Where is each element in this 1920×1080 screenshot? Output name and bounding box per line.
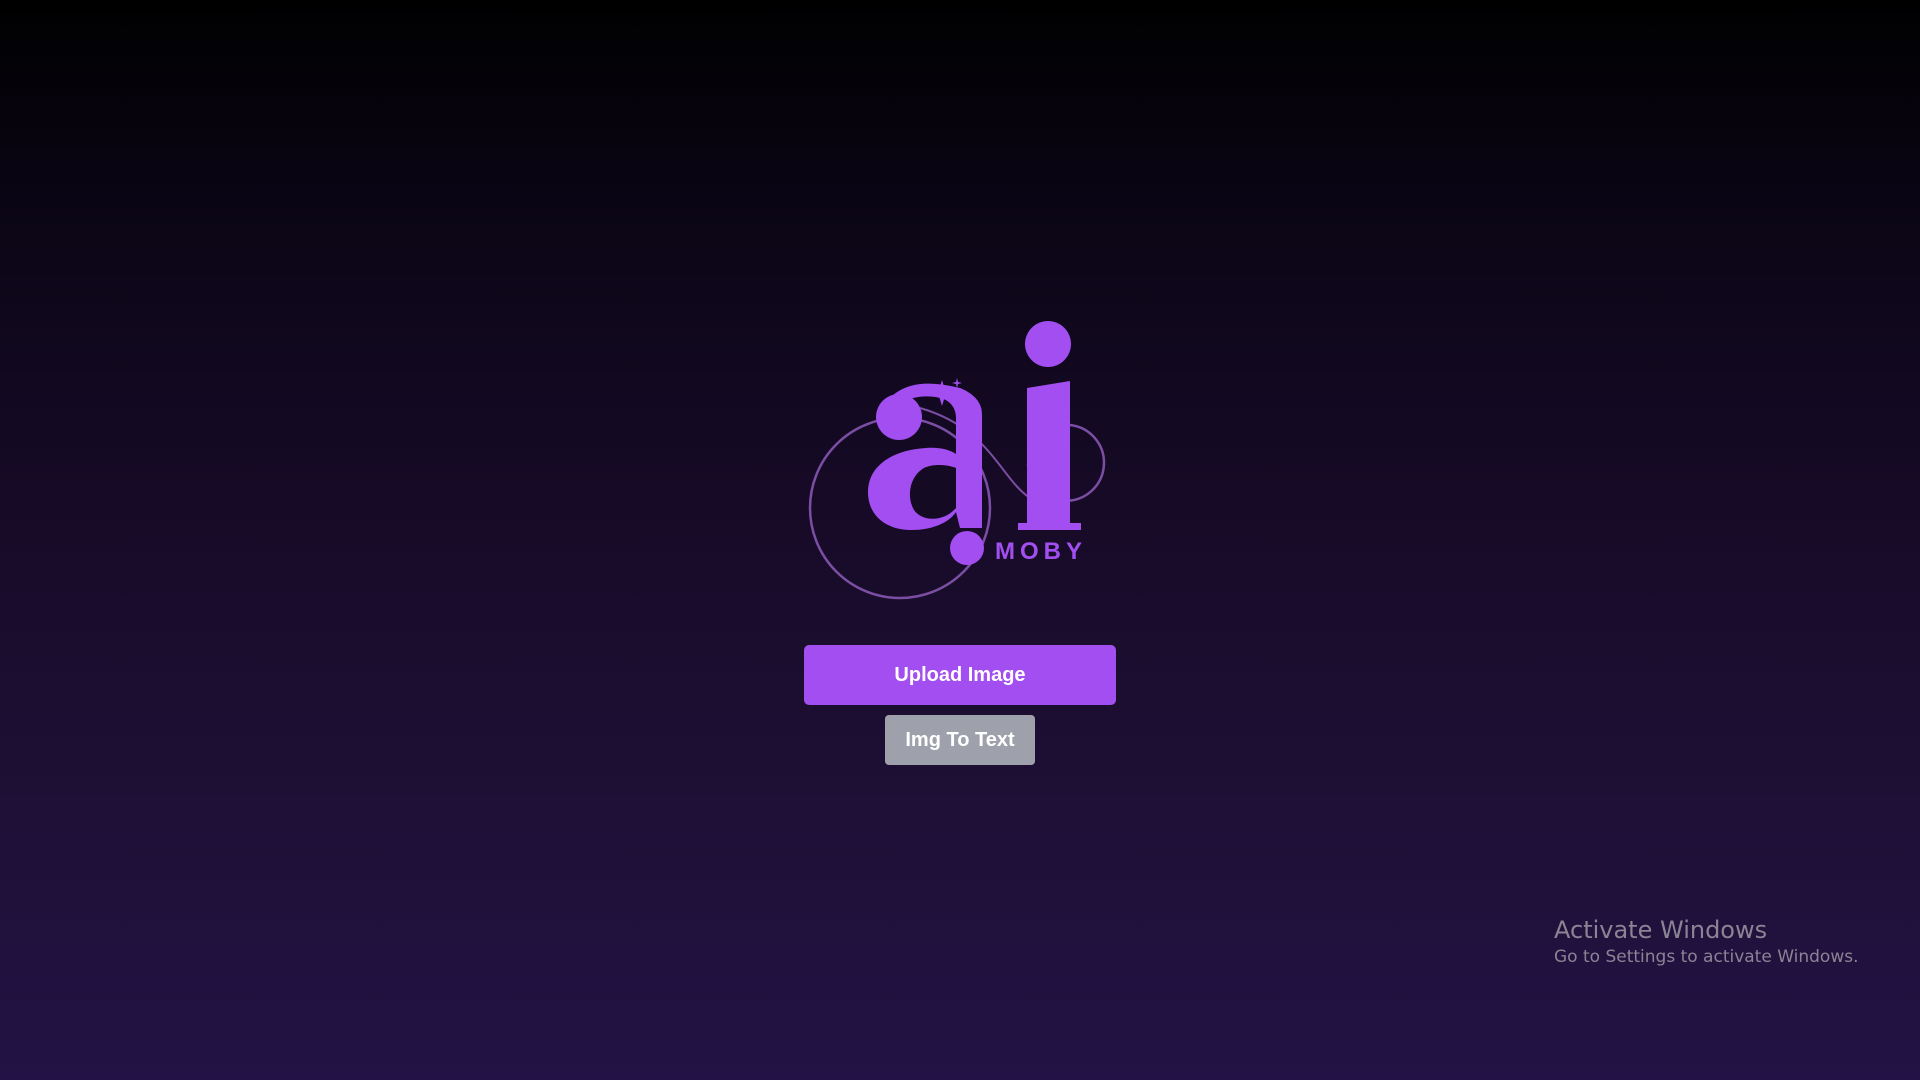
logo-i-stem <box>1018 381 1081 530</box>
watermark-title: Activate Windows <box>1554 916 1768 944</box>
logo-brand-text: MOBY <box>995 538 1087 565</box>
upload-image-button[interactable]: Upload Image <box>804 645 1116 705</box>
watermark-subtitle: Go to Settings to activate Windows. <box>1554 947 1859 967</box>
ai-moby-logo: MOBY <box>808 321 1106 600</box>
activate-windows-watermark: Activate Windows Go to Settings to activ… <box>1554 915 1859 969</box>
img-to-text-button[interactable]: Img To Text <box>885 715 1035 765</box>
logo-bottom-dot <box>950 531 984 565</box>
logo-i-dot <box>1025 321 1071 367</box>
sparkle-tiny-icon <box>952 378 962 388</box>
